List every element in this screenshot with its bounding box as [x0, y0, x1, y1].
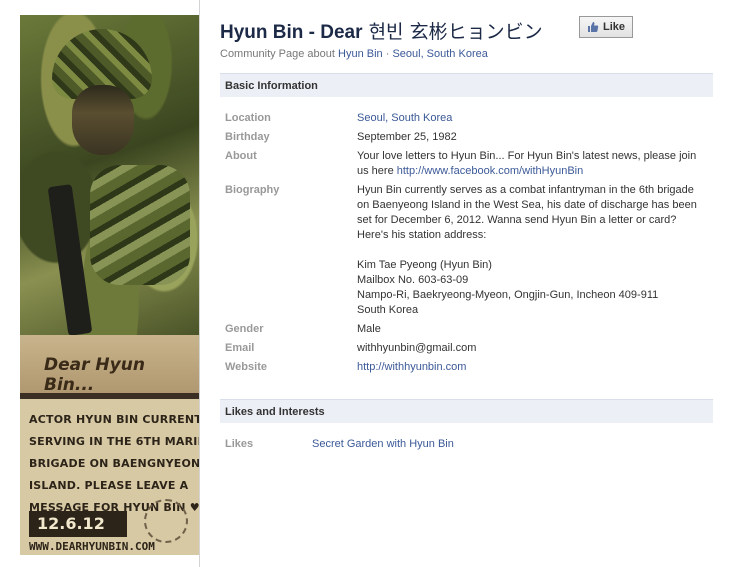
location-link[interactable]: Seoul, South Korea [357, 111, 707, 126]
thumbs-up-icon [587, 22, 599, 32]
basic-info-heading: Basic Information [220, 73, 713, 97]
profile-picture[interactable]: Dear Hyun Bin... ACTOR HYUN BIN CURRENTL… [20, 15, 200, 555]
page-title-bold: Hyun Bin - Dear [220, 21, 363, 43]
face-shape [72, 85, 134, 155]
address-line: Nampo-Ri, Baekryeong-Myeon, Ongjin-Gun, … [357, 289, 659, 301]
biography-spacer [357, 243, 707, 258]
page-title: Hyun Bin - Dear 현빈 玄彬ヒョンビン [220, 17, 543, 44]
likes-heading: Likes and Interests [220, 399, 713, 423]
location-label: Location [225, 112, 271, 124]
banner: Dear Hyun Bin... [20, 335, 200, 395]
biography-text: Hyun Bin currently serves as a combat in… [357, 184, 697, 241]
address-line: South Korea [357, 304, 419, 316]
biography-label: Biography [225, 184, 280, 196]
message-line: ACTOR HYUN BIN CURRENTLY [29, 413, 200, 426]
subtitle-location-link[interactable]: Seoul, South Korea [392, 48, 487, 60]
likes-link[interactable]: Secret Garden with Hyun Bin [312, 437, 454, 452]
page-subtitle: Community Page about Hyun Bin · Seoul, S… [220, 48, 488, 60]
birthday-label: Birthday [225, 131, 270, 143]
like-label: Like [602, 21, 625, 33]
message-line: BRIGADE ON BAENGNYEONG [29, 457, 200, 470]
gender-value: Male [357, 323, 381, 335]
soldier-photo [20, 15, 200, 336]
message-line: ISLAND. PLEASE LEAVE A [29, 479, 189, 492]
arm-shape [90, 165, 190, 285]
stamp-icon [144, 499, 188, 543]
column-divider [199, 0, 200, 567]
message-line: SERVING IN THE 6TH MARINE [29, 435, 200, 448]
birthday-value: September 25, 1982 [357, 131, 457, 143]
title-row: Hyun Bin - Dear 현빈 玄彬ヒョンビン [220, 17, 543, 43]
banner-text: Dear Hyun Bin... [44, 355, 145, 395]
email-value: withhyunbin@gmail.com [357, 342, 477, 354]
like-button[interactable]: Like [579, 16, 633, 38]
about-link[interactable]: http://www.facebook.com/withHyunBin [397, 165, 583, 177]
page-title-rest: 현빈 玄彬ヒョンビン [362, 20, 543, 43]
subtitle-separator: · [382, 48, 393, 60]
subtitle-topic-link[interactable]: Hyun Bin [338, 48, 383, 60]
subtitle-prefix: Community Page about [220, 48, 339, 60]
site-url: WWW.DEARHYUNBIN.COM [29, 540, 155, 553]
message-block: ACTOR HYUN BIN CURRENTLY SERVING IN THE … [20, 399, 200, 555]
address-line: Kim Tae Pyeong (Hyun Bin) [357, 259, 492, 271]
website-link[interactable]: http://withhyunbin.com [357, 360, 707, 375]
about-label: About [225, 150, 257, 162]
rifle-shape [47, 184, 93, 336]
website-label: Website [225, 361, 267, 373]
date-badge: 12.6.12 [29, 511, 127, 537]
gender-label: Gender [225, 323, 264, 335]
address-line: Mailbox No. 603-63-09 [357, 274, 469, 286]
about-value: Your love letters to Hyun Bin... For Hyu… [357, 149, 707, 179]
email-label: Email [225, 342, 255, 354]
biography-value: Hyun Bin currently serves as a combat in… [357, 183, 707, 318]
likes-label: Likes [225, 438, 254, 450]
